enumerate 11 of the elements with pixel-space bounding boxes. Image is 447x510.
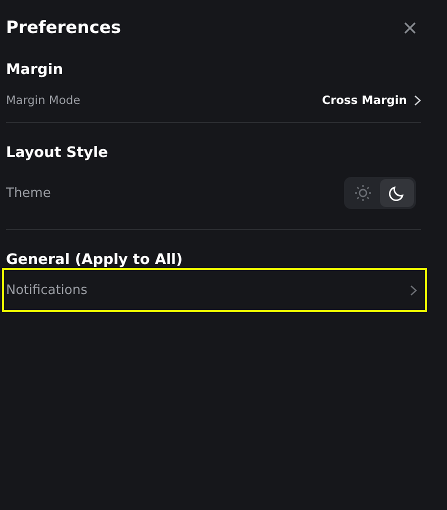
close-icon[interactable] <box>404 22 416 34</box>
chevron-icon <box>410 284 417 296</box>
settings-row[interactable]: Margin Mode Cross Margin <box>6 78 441 122</box>
moon-icon[interactable] <box>380 179 414 207</box>
panel-title: Preferences <box>6 18 122 38</box>
section-heading: Margin <box>6 62 64 78</box>
section-heading: Layout Style <box>6 145 109 161</box>
settings-row[interactable]: Notifications <box>2 268 427 312</box>
section-heading: General (Apply to All) <box>6 252 184 268</box>
setting-label: Theme <box>6 186 51 200</box>
chevron-icon <box>414 94 421 106</box>
